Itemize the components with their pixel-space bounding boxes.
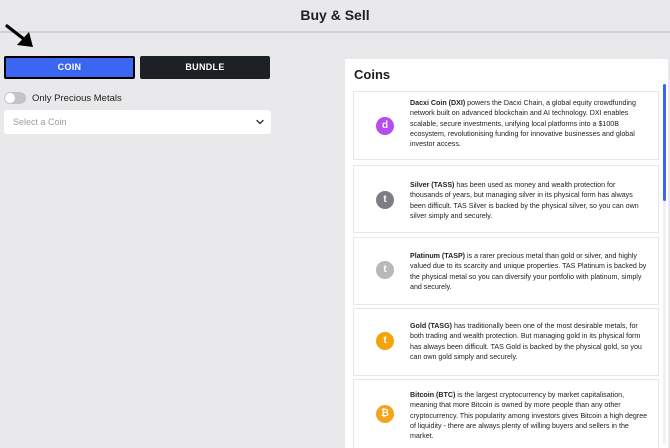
coin-card-btc[interactable]: ₿ Bitcoin (BTC) is the largest cryptocur… xyxy=(353,379,659,448)
coin-description: Gold (TASG) has traditionally been one o… xyxy=(410,321,650,362)
precious-metals-label: Only Precious Metals xyxy=(32,92,122,104)
coins-panel: Coins d Dacxi Coin (DXI) powers the Dacx… xyxy=(345,59,668,448)
precious-metals-toggle[interactable] xyxy=(4,92,26,104)
coin-select-placeholder: Select a Coin xyxy=(13,117,67,127)
coin-description: Silver (TASS) has been used as money and… xyxy=(410,180,650,221)
coin-name: Silver (TASS) xyxy=(410,181,455,189)
coin-description: Dacxi Coin (DXI) powers the Dacxi Chain,… xyxy=(410,98,650,149)
toggle-knob xyxy=(5,93,15,103)
coin-icon-glyph: t xyxy=(383,264,387,275)
tab-coin[interactable]: COIN xyxy=(4,56,135,79)
coin-name: Gold (TASG) xyxy=(410,322,453,330)
dacxi-coin-icon: d xyxy=(376,117,394,135)
coin-select[interactable]: Select a Coin xyxy=(4,110,271,134)
coin-card-tasg[interactable]: t Gold (TASG) has traditionally been one… xyxy=(353,308,659,376)
coin-icon-glyph: ₿ xyxy=(380,408,390,419)
coin-card-tass[interactable]: t Silver (TASS) has been used as money a… xyxy=(353,165,659,233)
precious-metals-filter: Only Precious Metals xyxy=(4,91,122,105)
pointer-arrow-icon xyxy=(5,24,33,47)
coin-description: Bitcoin (BTC) is the largest cryptocurre… xyxy=(410,390,650,441)
coin-icon-glyph: t xyxy=(383,194,387,205)
coin-icon-glyph: d xyxy=(381,120,389,131)
bitcoin-icon: ₿ xyxy=(376,405,394,423)
page-title: Buy & Sell xyxy=(300,7,370,23)
gold-coin-icon: t xyxy=(376,332,394,350)
platinum-coin-icon: t xyxy=(376,261,394,279)
coins-panel-title: Coins xyxy=(354,67,391,82)
coin-name: Platinum (TASP) xyxy=(410,252,466,260)
coin-card-dxi[interactable]: d Dacxi Coin (DXI) powers the Dacxi Chai… xyxy=(353,91,659,160)
tab-bundle[interactable]: BUNDLE xyxy=(140,56,270,79)
coin-name: Bitcoin (BTC) xyxy=(410,391,456,399)
page-header: Buy & Sell xyxy=(0,0,670,33)
silver-coin-icon: t xyxy=(376,191,394,209)
coin-name: Dacxi Coin (DXI) xyxy=(410,99,466,107)
chevron-down-icon xyxy=(256,119,264,125)
coin-card-tasp[interactable]: t Platinum (TASP) is a rarer precious me… xyxy=(353,237,659,305)
scrollbar-thumb[interactable] xyxy=(663,84,666,201)
coin-icon-glyph: t xyxy=(383,335,387,346)
coin-description: Platinum (TASP) is a rarer precious meta… xyxy=(410,251,650,292)
